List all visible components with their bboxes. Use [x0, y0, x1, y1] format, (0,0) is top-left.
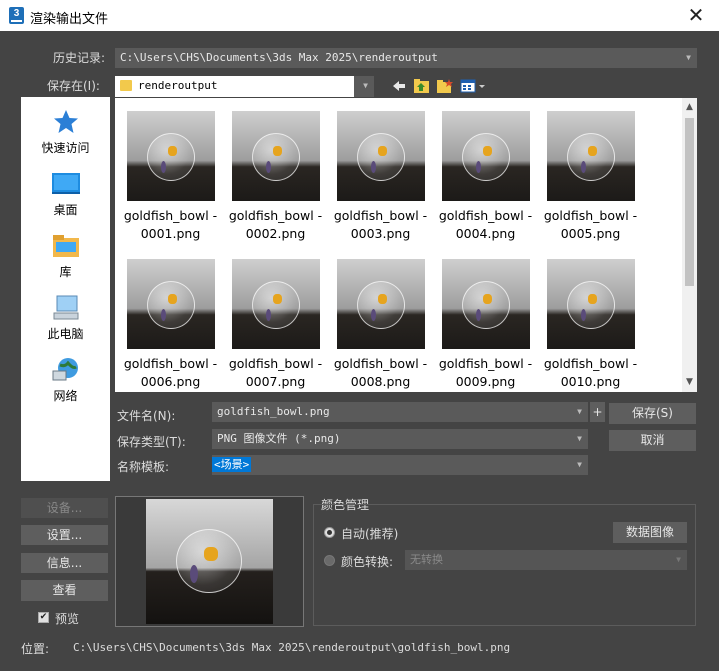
chevron-up-icon[interactable]: ▲: [682, 100, 697, 115]
places-sidebar: 快速访问 桌面 库 此电脑 网络: [21, 97, 110, 481]
view-menu-icon[interactable]: [460, 78, 486, 94]
file-item[interactable]: goldfish_bowl -0001.png: [118, 111, 223, 243]
add-plus-button[interactable]: +: [590, 402, 605, 422]
data-image-button[interactable]: 数据图像: [613, 522, 687, 543]
file-thumbnail: [336, 111, 425, 201]
save-in-dropdown[interactable]: renderoutput: [115, 76, 354, 97]
sidebar-item-label: 库: [59, 265, 72, 279]
up-folder-icon[interactable]: [413, 78, 431, 94]
file-thumbnail: [231, 259, 320, 349]
chevron-down-icon: ▼: [686, 53, 691, 62]
file-thumbnail: [546, 259, 635, 349]
device-button[interactable]: 设备...: [21, 498, 108, 518]
sidebar-item-network[interactable]: 网络: [21, 357, 110, 404]
preview-checkbox[interactable]: ✔: [38, 612, 49, 623]
save-in-value: renderoutput: [138, 79, 218, 92]
star-icon: [51, 109, 81, 135]
chevron-down-icon: ▼: [676, 555, 681, 564]
file-item[interactable]: goldfish_bowl -0007.png: [223, 259, 328, 391]
auto-label: 自动(推荐): [341, 527, 399, 541]
file-list-scrollbar[interactable]: ▲ ▼: [682, 98, 697, 392]
file-item[interactable]: goldfish_bowl -0005.png: [538, 111, 643, 243]
location-value: C:\Users\CHS\Documents\3ds Max 2025\rend…: [73, 641, 511, 654]
history-value: C:\Users\CHS\Documents\3ds Max 2025\rend…: [120, 51, 438, 64]
back-arrow-icon[interactable]: [392, 78, 406, 94]
file-thumbnail: [336, 259, 425, 349]
view-button[interactable]: 查看: [21, 580, 108, 601]
convert-label: 颜色转换:: [341, 555, 394, 569]
info-button[interactable]: 信息...: [21, 553, 108, 573]
sidebar-item-label: 网络: [53, 389, 78, 403]
preview-render: [146, 499, 273, 624]
close-button[interactable]: ✕: [673, 0, 719, 31]
network-icon: [51, 357, 81, 383]
filename-value: goldfish_bowl.png: [217, 405, 330, 418]
scrollbar-thumb[interactable]: [685, 118, 694, 286]
filename-field[interactable]: goldfish_bowl.png ▼: [212, 402, 588, 422]
library-icon: [51, 233, 81, 259]
save-in-dropdown-arrow[interactable]: ▼: [354, 76, 374, 97]
file-thumbnail: [126, 259, 215, 349]
title-bar: 3 渲染输出文件 ✕: [0, 0, 719, 31]
new-folder-icon[interactable]: [436, 78, 454, 94]
save-in-label: 保存在(I):: [47, 79, 100, 93]
file-thumbnail: [441, 259, 530, 349]
chevron-down-icon: ▼: [577, 434, 582, 443]
file-item[interactable]: goldfish_bowl -0009.png: [433, 259, 538, 391]
app-icon: 3: [9, 7, 24, 24]
location-label: 位置:: [21, 642, 50, 656]
name-template-value: <场景>: [212, 457, 252, 472]
file-item[interactable]: goldfish_bowl -0003.png: [328, 111, 433, 243]
file-item[interactable]: goldfish_bowl -0002.png: [223, 111, 328, 243]
filename-label: 文件名(N):: [117, 409, 176, 423]
sidebar-item-desktop[interactable]: 桌面: [21, 171, 110, 218]
preview-image: [115, 496, 304, 627]
cancel-button[interactable]: 取消: [609, 430, 696, 451]
chevron-down-icon: ▼: [577, 460, 582, 469]
sidebar-item-this-pc[interactable]: 此电脑: [21, 295, 110, 342]
save-type-dropdown[interactable]: PNG 图像文件 (*.png) ▼: [212, 429, 588, 449]
convert-radio[interactable]: [324, 555, 335, 566]
history-label: 历史记录:: [53, 51, 106, 65]
file-thumbnail: [126, 111, 215, 201]
save-type-value: PNG 图像文件 (*.png): [217, 432, 341, 445]
history-dropdown[interactable]: C:\Users\CHS\Documents\3ds Max 2025\rend…: [115, 48, 697, 68]
sidebar-item-label: 桌面: [53, 203, 78, 217]
file-thumbnail: [231, 111, 320, 201]
auto-radio[interactable]: [324, 527, 335, 538]
sidebar-item-quick-access[interactable]: 快速访问: [21, 109, 110, 156]
file-item[interactable]: goldfish_bowl -0006.png: [118, 259, 223, 391]
save-type-label: 保存类型(T):: [117, 435, 186, 449]
chevron-down-icon: ▼: [363, 81, 368, 90]
name-template-label: 名称模板:: [117, 460, 170, 474]
file-item[interactable]: goldfish_bowl -0008.png: [328, 259, 433, 391]
chevron-down-icon[interactable]: ▼: [682, 375, 697, 390]
name-template-dropdown[interactable]: <场景> ▼: [212, 455, 588, 475]
desktop-icon: [51, 171, 81, 197]
preview-label: 预览: [55, 612, 80, 626]
file-thumbnail: [546, 111, 635, 201]
save-button[interactable]: 保存(S): [609, 403, 696, 424]
file-item[interactable]: goldfish_bowl -0010.png: [538, 259, 643, 391]
folder-icon: [120, 79, 132, 91]
sidebar-item-library[interactable]: 库: [21, 233, 110, 280]
chevron-down-icon: ▼: [577, 407, 582, 416]
file-item[interactable]: goldfish_bowl -0004.png: [433, 111, 538, 243]
file-thumbnail: [441, 111, 530, 201]
window-title: 渲染输出文件: [30, 12, 109, 27]
file-list[interactable]: goldfish_bowl -0001.png goldfish_bowl -0…: [115, 98, 697, 392]
computer-icon: [51, 295, 81, 321]
convert-value: 无转换: [410, 553, 443, 566]
setup-button[interactable]: 设置...: [21, 525, 108, 545]
sidebar-item-label: 此电脑: [47, 327, 84, 341]
sidebar-item-label: 快速访问: [41, 141, 90, 155]
convert-dropdown[interactable]: 无转换 ▼: [405, 550, 687, 570]
